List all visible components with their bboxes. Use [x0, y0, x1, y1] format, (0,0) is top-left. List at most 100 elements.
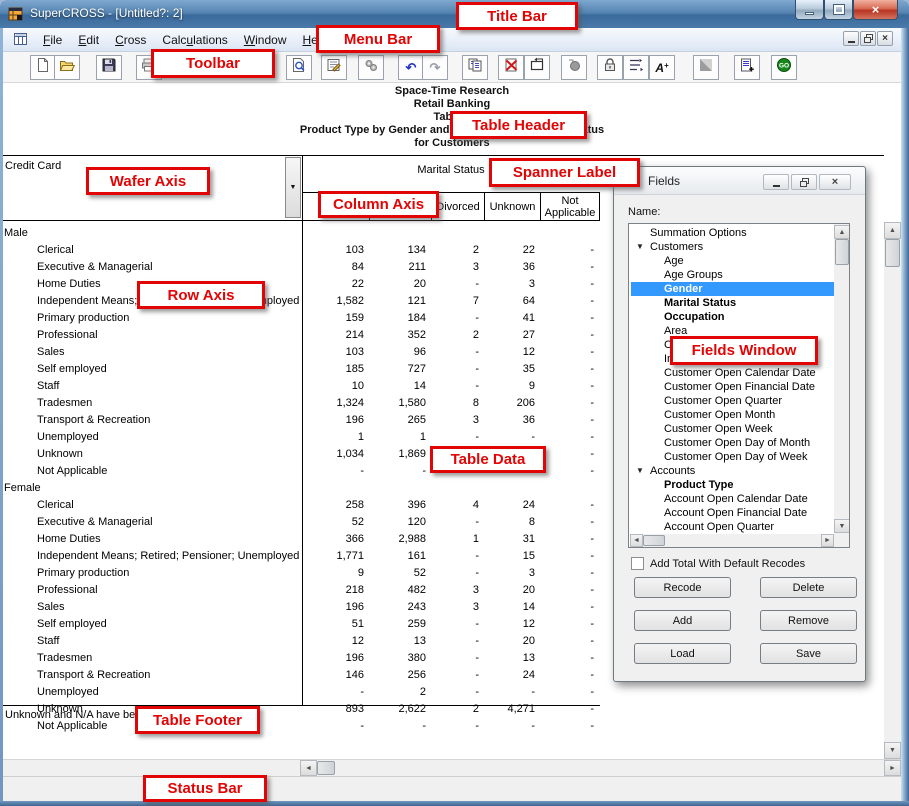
table-cell: 482: [370, 584, 432, 596]
toolbar-pause-button[interactable]: [561, 55, 587, 80]
fields-close-button[interactable]: ×: [819, 174, 851, 190]
fields-list-item[interactable]: Customer Open Financial Date: [664, 380, 815, 394]
fields-list-item[interactable]: Customer Open Week: [664, 422, 773, 436]
row-label: Professional: [37, 329, 98, 341]
toolbar-fill-button[interactable]: [693, 55, 719, 80]
remove-button[interactable]: Remove: [760, 610, 857, 631]
fields-list-item[interactable]: Age: [664, 254, 684, 268]
fields-list-item[interactable]: Customers: [650, 240, 703, 254]
fields-scroll-up-button[interactable]: ▲: [834, 225, 850, 239]
fields-list-item[interactable]: Customer Open Quarter: [664, 394, 782, 408]
fields-minimize-button[interactable]: [763, 174, 789, 190]
table-row: Professional218482320-: [4, 582, 600, 599]
minimize-button[interactable]: [795, 0, 824, 20]
recode-button[interactable]: Recode: [634, 577, 731, 598]
maximize-button[interactable]: [824, 0, 853, 20]
table-row: Professional214352227-: [4, 327, 600, 344]
wafer-dropdown-button[interactable]: ▼: [285, 157, 301, 218]
fields-scroll-left-button[interactable]: ◄: [630, 534, 643, 547]
row-group-label: Male: [4, 227, 28, 239]
fields-list-item[interactable]: Occupation: [664, 310, 725, 324]
mdi-child-icon[interactable]: [13, 31, 29, 52]
table-cell: 20: [485, 584, 541, 596]
expander-icon[interactable]: ▼: [636, 242, 644, 251]
toolbar-transpose-button[interactable]: [524, 55, 550, 80]
fields-hscroll-thumb[interactable]: [643, 535, 665, 546]
table-cell: 12: [485, 346, 541, 358]
fields-scroll-right-button[interactable]: ►: [821, 534, 834, 547]
fields-hscrollbar[interactable]: ◄ ►: [630, 534, 834, 547]
menu-item-cross[interactable]: Cross: [107, 31, 154, 49]
table-cell: 36: [485, 414, 541, 426]
scroll-up-button[interactable]: ▲: [884, 222, 901, 239]
table-cell: 103: [302, 346, 370, 358]
fields-list-item[interactable]: Accounts: [650, 464, 695, 478]
fields-list-item[interactable]: Gender: [631, 282, 834, 296]
fields-list-item[interactable]: Marital Status: [664, 296, 736, 310]
child-minimize-button[interactable]: [843, 31, 859, 46]
toolbar-save-button[interactable]: [96, 55, 122, 80]
scroll-right-button[interactable]: ►: [884, 760, 901, 776]
fields-vscrollbar[interactable]: ▲ ▼: [834, 224, 850, 534]
table-cell: -: [541, 686, 600, 698]
close-button[interactable]: ×: [853, 0, 898, 20]
toolbar-delete-table-button[interactable]: [498, 55, 524, 80]
table-cell: -: [541, 397, 600, 409]
fields-restore-button[interactable]: [791, 174, 817, 190]
table-cell: -: [485, 431, 541, 443]
toolbar-copy-button[interactable]: [462, 55, 488, 80]
row-label: Unemployed: [37, 431, 99, 443]
toolbar-open-button[interactable]: [54, 55, 80, 80]
expander-icon[interactable]: ▼: [636, 466, 644, 475]
toolbar-font-larger-button[interactable]: A+: [649, 55, 675, 80]
add-total-checkbox[interactable]: [631, 557, 644, 570]
table-cell: 2: [432, 329, 485, 341]
fields-vscroll-thumb[interactable]: [835, 239, 849, 265]
table-cell: -: [432, 278, 485, 290]
toolbar-preview-button[interactable]: [286, 55, 312, 80]
fields-list-item[interactable]: Summation Options: [650, 226, 747, 240]
scroll-down-button[interactable]: ▼: [884, 742, 901, 759]
toolbar-recode-button[interactable]: [623, 55, 649, 80]
toolbar-lock-button[interactable]: [597, 55, 623, 80]
fields-list-item[interactable]: Account Open Calendar Date: [664, 492, 808, 506]
fields-restore-icon: [800, 178, 809, 187]
fields-list-item[interactable]: Product Type: [664, 478, 733, 492]
menu-item-window[interactable]: Window: [236, 31, 295, 49]
horizontal-scrollbar[interactable]: ◄ ►: [3, 759, 901, 776]
scroll-left-button[interactable]: ◄: [300, 760, 317, 776]
fields-list-item[interactable]: Customer Open Month: [664, 408, 775, 422]
menu-item-file[interactable]: File: [35, 31, 70, 49]
load-button[interactable]: Load: [634, 643, 731, 664]
annotate-icon: [326, 57, 342, 78]
fields-list-item[interactable]: Account Open Financial Date: [664, 506, 807, 520]
fields-list-item[interactable]: Account Open Quarter: [664, 520, 774, 534]
fields-list-item[interactable]: Age Groups: [664, 268, 723, 282]
delete-button[interactable]: Delete: [760, 577, 857, 598]
horizontal-scroll-thumb[interactable]: [317, 761, 335, 775]
fields-list-item[interactable]: Customer Open Calendar Date: [664, 366, 816, 380]
child-close-button[interactable]: ×: [877, 31, 893, 46]
toolbar-undo-button[interactable]: ↶: [398, 55, 424, 80]
toolbar-redo-button[interactable]: ↷: [422, 55, 448, 80]
fields-list[interactable]: Summation OptionsCustomers ▼ AgeAge Groups…: [628, 223, 850, 548]
save-button[interactable]: Save: [760, 643, 857, 664]
child-restore-button[interactable]: [860, 31, 876, 46]
table-cell: 1,869: [370, 448, 432, 460]
app-icon: [8, 6, 24, 27]
menu-item-calculations[interactable]: Calculations: [154, 31, 235, 49]
arrow-left-icon: ◄: [633, 537, 640, 544]
fields-list-item[interactable]: Customer Open Day of Week: [664, 450, 807, 464]
toolbar-derivations-button[interactable]: [358, 55, 384, 80]
toolbar-add-table-button[interactable]: [734, 55, 760, 80]
vertical-scrollbar[interactable]: ▲ ▼: [884, 222, 901, 759]
fields-scroll-down-button[interactable]: ▼: [834, 519, 850, 533]
toolbar-go-button[interactable]: GO: [771, 55, 797, 80]
fields-list-item[interactable]: Customer Open Day of Month: [664, 436, 810, 450]
add-button[interactable]: Add: [634, 610, 731, 631]
table-cell: 214: [302, 329, 370, 341]
vertical-scroll-thumb[interactable]: [885, 239, 900, 267]
toolbar-annotate-button[interactable]: [321, 55, 347, 80]
menu-item-edit[interactable]: Edit: [70, 31, 107, 49]
toolbar-new-button[interactable]: [30, 55, 56, 80]
